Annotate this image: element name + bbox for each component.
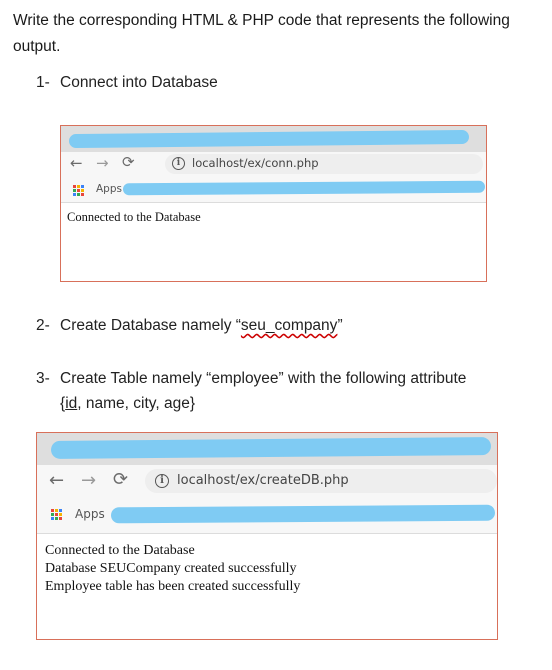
page-output-line: Connected to the Database bbox=[45, 543, 195, 558]
apps-label[interactable]: Apps bbox=[75, 507, 105, 521]
browser-screenshot-createdb: ← → ⟳ i localhost/ex/createDB.php Apps C… bbox=[36, 432, 498, 640]
nav-bar: ← → ⟳ i localhost/ex/conn.php bbox=[61, 152, 486, 176]
redaction-scribble bbox=[50, 437, 492, 459]
task-item-3: 3- Create Table namely “employee” with th… bbox=[36, 367, 466, 391]
task-item-2: 2- Create Database namely “seu_company” bbox=[36, 314, 343, 338]
redaction-scribble bbox=[122, 180, 486, 196]
page-output-line: Connected to the Database bbox=[67, 210, 201, 224]
back-arrow-icon[interactable]: ← bbox=[70, 154, 83, 172]
task-item-3-line2: {id, name, city, age} bbox=[60, 392, 195, 416]
apps-grid-icon[interactable] bbox=[73, 185, 84, 196]
task-text: Create Table namely “employee” with the … bbox=[60, 370, 467, 387]
task-number: 1- bbox=[36, 74, 50, 91]
task-number: 3- bbox=[36, 370, 50, 387]
reload-icon[interactable]: ⟳ bbox=[122, 153, 135, 171]
task-number: 2- bbox=[36, 317, 50, 334]
info-icon[interactable]: i bbox=[155, 474, 169, 488]
task-text: Create Database namely “ bbox=[60, 317, 241, 334]
page-output-line: Employee table has been created successf… bbox=[45, 579, 301, 594]
nav-bar: ← → ⟳ i localhost/ex/createDB.php bbox=[37, 465, 497, 497]
redaction-scribble bbox=[110, 504, 496, 524]
back-arrow-icon[interactable]: ← bbox=[49, 470, 64, 491]
instructions-text: Write the corresponding HTML & PHP code … bbox=[13, 12, 510, 55]
task-text-end: ” bbox=[337, 317, 343, 334]
task-item-1: 1- Connect into Database bbox=[36, 71, 218, 95]
task-text-end: , name, city, age} bbox=[77, 395, 196, 412]
browser-screenshot-conn: ← → ⟳ i localhost/ex/conn.php Apps Conne… bbox=[60, 125, 487, 282]
info-icon[interactable]: i bbox=[172, 157, 185, 170]
task-text: Connect into Database bbox=[60, 74, 218, 91]
spellcheck-word: seu_company bbox=[240, 317, 338, 334]
address-bar[interactable]: i localhost/ex/createDB.php bbox=[145, 469, 497, 493]
url-text[interactable]: localhost/ex/createDB.php bbox=[177, 473, 349, 488]
forward-arrow-icon[interactable]: → bbox=[96, 154, 109, 172]
apps-label[interactable]: Apps bbox=[96, 183, 122, 195]
reload-icon[interactable]: ⟳ bbox=[113, 469, 128, 490]
underlined-word: id bbox=[65, 395, 78, 412]
page-output-line: Database SEUCompany created successfully bbox=[45, 561, 297, 576]
url-text[interactable]: localhost/ex/conn.php bbox=[192, 156, 319, 170]
apps-grid-icon[interactable] bbox=[51, 509, 62, 520]
forward-arrow-icon[interactable]: → bbox=[81, 470, 96, 491]
address-bar[interactable]: i localhost/ex/conn.php bbox=[165, 154, 483, 174]
